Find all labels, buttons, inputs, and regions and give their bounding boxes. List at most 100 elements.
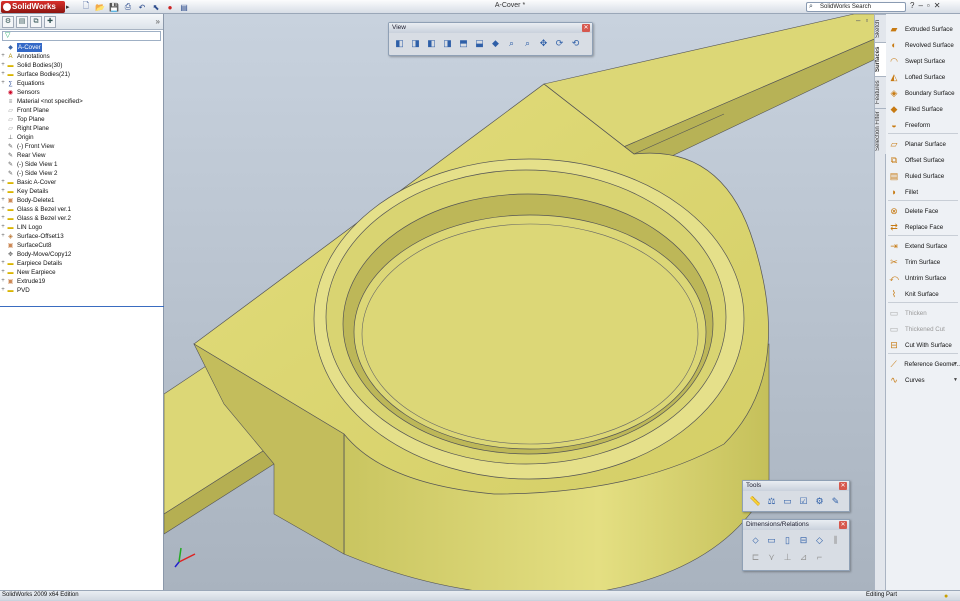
menu-expand-icon[interactable]: ▸: [66, 3, 70, 11]
rollback-bar[interactable]: [0, 306, 164, 307]
section-properties-icon[interactable]: ▭: [781, 494, 794, 508]
tree-item[interactable]: + ▣ Extrude19: [0, 277, 163, 286]
tree-item[interactable]: + ▬ Basic A-Cover: [0, 178, 163, 187]
tree-item[interactable]: + ▬ New Earpiece: [0, 268, 163, 277]
command-curves[interactable]: ∿ Curves ▼: [888, 373, 960, 387]
tree-item[interactable]: + ▬ Solid Bodies(30): [0, 61, 163, 70]
open-document-icon[interactable]: 📂: [94, 1, 106, 13]
propertymanager-tab-icon[interactable]: ▤: [16, 16, 28, 28]
view-toolbar-header[interactable]: View ✕: [389, 23, 592, 33]
viewport-restore-icon[interactable]: ▫: [865, 16, 868, 25]
new-document-icon[interactable]: 🗋: [80, 1, 92, 13]
command-extruded-surface[interactable]: ▰ Extruded Surface: [888, 22, 960, 36]
viewport-minimize-icon[interactable]: –: [856, 16, 860, 25]
command-extend-surface[interactable]: ⇥ Extend Surface: [888, 239, 960, 253]
dimensions-toolbar-header[interactable]: Dimensions/Relations ✕: [743, 520, 849, 530]
tree-item[interactable]: + ▣ Body-Delete1: [0, 196, 163, 205]
tree-item[interactable]: + ◈ Surface-Offset13: [0, 232, 163, 241]
command-knit-surface[interactable]: ⌇ Knit Surface: [888, 287, 960, 301]
back-view-icon[interactable]: ◨: [409, 36, 422, 50]
tree-item[interactable]: ✎ Rear View: [0, 151, 163, 160]
pan-icon[interactable]: ✥: [537, 36, 550, 50]
chamfer-dimension-icon[interactable]: ⫼: [829, 533, 842, 547]
command-offset-surface[interactable]: ⧉ Offset Surface: [888, 153, 960, 167]
dimensions-toolbar-close-icon[interactable]: ✕: [839, 521, 847, 529]
right-view-icon[interactable]: ◨: [441, 36, 454, 50]
zoom-to-fit-icon[interactable]: ⌕: [505, 36, 518, 50]
dropdown-arrow-icon[interactable]: ▼: [953, 377, 958, 383]
tree-item[interactable]: + ▬ Key Details: [0, 187, 163, 196]
tree-item[interactable]: ▱ Right Plane: [0, 124, 163, 133]
tree-item[interactable]: + ▬ Glass & Bezel ver.1: [0, 205, 163, 214]
command-boundary-surface[interactable]: ◈ Boundary Surface: [888, 86, 960, 100]
tree-item[interactable]: ✎ (-) Side View 1: [0, 160, 163, 169]
tree-item[interactable]: + A Annotations: [0, 52, 163, 61]
tree-item[interactable]: ▣ SurfaceCut8: [0, 241, 163, 250]
print-icon[interactable]: ⎙: [122, 1, 134, 13]
baseline-dimension-icon[interactable]: ⊟: [797, 533, 810, 547]
tools-toolbar-header[interactable]: Tools ✕: [743, 481, 849, 491]
tree-item[interactable]: ≡ Material <not specified>: [0, 97, 163, 106]
command-ruled-surface[interactable]: ▤ Ruled Surface: [888, 169, 960, 183]
vertical-ordinate-icon[interactable]: ⋎: [765, 550, 778, 564]
rotate-icon[interactable]: ⟳: [553, 36, 566, 50]
minimize-icon[interactable]: –: [918, 1, 922, 10]
smart-dimension-icon[interactable]: ⬦: [749, 533, 762, 547]
command-untrim-surface[interactable]: ⤺ Untrim Surface: [888, 271, 960, 285]
bottom-view-icon[interactable]: ⬓: [473, 36, 486, 50]
tab-sketch[interactable]: Sketch: [875, 14, 886, 42]
measure-icon[interactable]: 📏: [749, 494, 762, 508]
mass-properties-icon[interactable]: ⚖: [765, 494, 778, 508]
tree-item[interactable]: + ▬ PVD: [0, 286, 163, 295]
display-relations-icon[interactable]: ⊿: [797, 550, 810, 564]
command-reference-geometry[interactable]: ⟋ Reference Geome... ▼: [888, 357, 960, 371]
options-icon[interactable]: ▤: [178, 1, 190, 13]
top-view-icon[interactable]: ⬒: [457, 36, 470, 50]
featuremanager-tab-icon[interactable]: ⚙: [2, 16, 14, 28]
tree-item[interactable]: ⊥ Origin: [0, 133, 163, 142]
tree-item[interactable]: ◉ Sensors: [0, 88, 163, 97]
tree-item[interactable]: + ∑ Equations: [0, 79, 163, 88]
tree-item[interactable]: ◆ A-Cover: [0, 43, 163, 52]
command-filled-surface[interactable]: ◆ Filled Surface: [888, 102, 960, 116]
restore-icon[interactable]: ▫: [927, 1, 930, 10]
command-freeform[interactable]: ◒ Freeform: [888, 118, 960, 132]
import-diagnostics-icon[interactable]: ✎: [829, 494, 842, 508]
expand-tabs-icon[interactable]: »: [156, 17, 160, 26]
horizontal-dimension-icon[interactable]: ▭: [765, 533, 778, 547]
tree-item[interactable]: + ▬ Glass & Bezel ver.2: [0, 214, 163, 223]
command-fillet[interactable]: ◗ Fillet: [888, 185, 960, 199]
tree-item[interactable]: ▱ Top Plane: [0, 115, 163, 124]
dimxpert-tab-icon[interactable]: ✚: [44, 16, 56, 28]
save-icon[interactable]: 💾: [108, 1, 120, 13]
command-cut-with-surface[interactable]: ⊟ Cut With Surface: [888, 338, 960, 352]
tree-item[interactable]: ✎ (-) Front View: [0, 142, 163, 151]
tab-features[interactable]: Features: [875, 76, 886, 108]
tree-item[interactable]: + ▬ Surface Bodies(21): [0, 70, 163, 79]
help-icon[interactable]: ?: [910, 1, 914, 10]
tree-item[interactable]: ✥ Body-Move/Copy12: [0, 250, 163, 259]
command-delete-face[interactable]: ⊗ Delete Face: [888, 204, 960, 218]
ordinate-dimension-icon[interactable]: ◇: [813, 533, 826, 547]
tree-filter-input[interactable]: ▽: [2, 31, 161, 41]
left-view-icon[interactable]: ◧: [425, 36, 438, 50]
tree-item[interactable]: + ▬ Earpiece Details: [0, 259, 163, 268]
command-planar-surface[interactable]: ▱ Planar Surface: [888, 137, 960, 151]
tree-item[interactable]: ▱ Front Plane: [0, 106, 163, 115]
view-toolbar-close-icon[interactable]: ✕: [582, 24, 590, 32]
command-swept-surface[interactable]: ◠ Swept Surface: [888, 54, 960, 68]
tab-selection-filter[interactable]: Selection Filter: [875, 108, 886, 154]
isometric-view-icon[interactable]: ◆: [489, 36, 502, 50]
dropdown-arrow-icon[interactable]: ▼: [953, 361, 958, 367]
add-relation-icon[interactable]: ⊥: [781, 550, 794, 564]
horizontal-ordinate-icon[interactable]: ⊏: [749, 550, 762, 564]
vertical-dimension-icon[interactable]: ▯: [781, 533, 794, 547]
check-icon[interactable]: ☑: [797, 494, 810, 508]
configuration-tab-icon[interactable]: ⧉: [30, 16, 42, 28]
tab-surfaces[interactable]: Surfaces: [875, 42, 886, 76]
command-lofted-surface[interactable]: ◭ Lofted Surface: [888, 70, 960, 84]
rebuild-icon[interactable]: ●: [164, 1, 176, 13]
zoom-area-icon[interactable]: ⌕: [521, 36, 534, 50]
command-replace-face[interactable]: ⇄ Replace Face: [888, 220, 960, 234]
search-input[interactable]: ⌕ SolidWorks Search: [806, 2, 906, 12]
